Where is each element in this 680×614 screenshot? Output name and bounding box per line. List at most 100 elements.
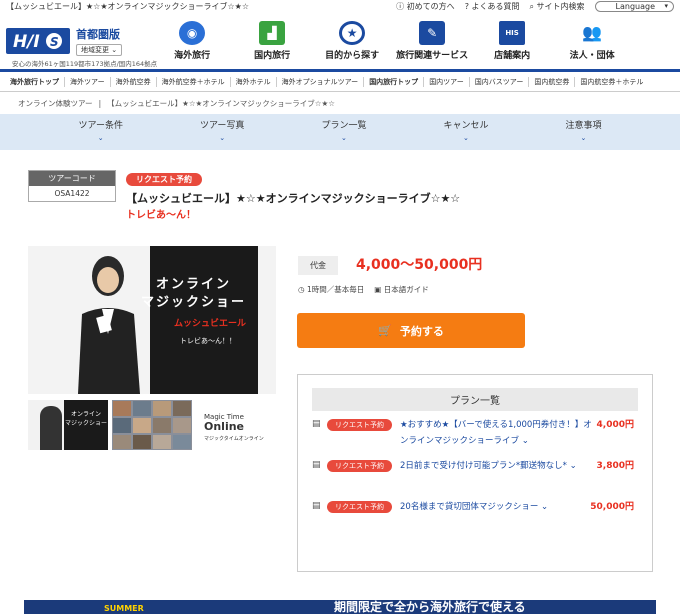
tab-cancel[interactable]: キャンセル ⌄: [443, 120, 488, 144]
plan-price: 50,000円: [590, 502, 634, 512]
tour-subtitle: トレビあ〜ん！: [126, 210, 196, 221]
clipboard-icon: ✎: [419, 20, 446, 45]
plan-name[interactable]: ★おすすめ★【バーで使える1,000円券付き！】オンラインマジックショーライブ …: [400, 417, 600, 458]
thumb1-title: オンライン マジックショー: [64, 400, 108, 450]
region-note: 安心の海外61ヶ国119都市173拠点/国内164拠点: [12, 60, 158, 68]
nav-corporate[interactable]: 👥 法人・団体: [552, 20, 632, 61]
image-performer-name: ムッシュビエール: [173, 319, 246, 329]
first-time-link[interactable]: ⓘ 初めての方へ: [396, 1, 455, 12]
chevron-down-icon: ⌄: [580, 134, 587, 142]
tour-title: 【ムッシュビエール】★☆★オンラインマジックショーライブ☆★☆: [126, 192, 461, 205]
tab-photos[interactable]: ツアー写真 ⌄: [200, 120, 244, 144]
cart-icon: 🛒: [378, 324, 392, 337]
nav-stores[interactable]: HIS 店舗案内: [472, 20, 552, 61]
thumb1-figure: [40, 406, 62, 450]
subnav-overseas-top[interactable]: 海外旅行トップ: [10, 77, 64, 87]
subnav-domestic-air-hotel[interactable]: 国内航空券＋ホテル: [574, 76, 648, 87]
calendar-icon: ▤: [312, 460, 321, 470]
chevron-down-icon: ⌄: [541, 502, 549, 512]
chevron-down-icon: ⌄: [463, 134, 469, 142]
tab-conditions[interactable]: ツアー条件 ⌄: [79, 120, 123, 144]
his-logo[interactable]: H/I S: [6, 27, 70, 54]
subnav-domestic-top[interactable]: 国内旅行トップ: [363, 76, 423, 87]
tour-meta: ◷ 1時間／基本毎日 ▣ 日本語ガイド: [298, 284, 429, 295]
site-header: H/I S 首都圏版 地域変更 ⌄ 安心の海外61ヶ国119都市173拠点/国内…: [0, 12, 680, 72]
tab-notes[interactable]: 注意事項 ⌄: [565, 120, 601, 144]
main-photo[interactable]: オンライン マジックショー ムッシュビエール トレビあ〜ん！！: [28, 246, 276, 394]
plan-row[interactable]: ▤ リクエスト予約 ★おすすめ★【バーで使える1,000円券付き！】オンラインマ…: [312, 417, 638, 458]
breadcrumb-item-online[interactable]: オンライン体験ツアー: [18, 98, 93, 109]
his-logo-mark: H/I S: [13, 32, 62, 51]
image-title: オンライン マジックショー: [140, 277, 246, 310]
chevron-down-icon: ⌄: [97, 134, 104, 142]
chevron-down-icon: ⌄: [341, 134, 347, 142]
request-badge: リクエスト予約: [327, 419, 392, 431]
guide-icon: ▣: [374, 285, 382, 294]
nav-overseas[interactable]: ◉ 海外旅行: [152, 20, 232, 61]
plan-price: 4,000円: [596, 420, 634, 430]
svg-text:H/I: H/I: [13, 32, 40, 51]
page-tabs: ツアー条件 ⌄ ツアー写真 ⌄ プラン一覧 ⌄ キャンセル ⌄ 注意事項 ⌄: [0, 114, 680, 150]
top-utility-bar: 【ムッシュビエール】★☆★オンラインマジックショーライブ☆★☆ ⓘ 初めての方へ…: [0, 0, 680, 12]
breadcrumb-separator: |: [98, 98, 102, 108]
nav-services[interactable]: ✎ 旅行関連サービス: [392, 20, 472, 61]
plan-row[interactable]: ▤ リクエスト予約 20名様まで貸切団体マジックショー ⌄ 50,000円: [312, 499, 638, 540]
site-search-link[interactable]: ⌕ サイト内検索: [529, 1, 584, 12]
image-tagline: トレビあ〜ん！！: [180, 337, 236, 345]
globe-icon: ◉: [179, 20, 206, 45]
subnav-domestic-air[interactable]: 国内航空券: [528, 76, 574, 87]
tour-content: ツアーコード OSA1422 リクエスト予約 【ムッシュビエール】★☆★オンライ…: [0, 150, 680, 572]
breadcrumb-item-current: 【ムッシュビエール】★☆★オンラインマジックショーライブ☆★☆: [107, 98, 335, 108]
tour-code-box: ツアーコード OSA1422: [28, 170, 116, 202]
plan-name[interactable]: 2日前まで受け付け可能プラン*郵送物なし* ⌄: [400, 458, 600, 499]
calendar-icon: ▤: [312, 419, 321, 429]
subnav-domestic-bus[interactable]: 国内バスツアー: [468, 76, 529, 87]
search-star-icon: ★: [339, 20, 366, 45]
promo-banner-text: 期間限定で全から海外旅行で使える: [334, 600, 526, 614]
faq-link[interactable]: ? よくある質問: [465, 1, 520, 12]
book-button-label: 予約する: [399, 324, 444, 338]
store-icon: HIS: [499, 20, 526, 45]
thumbnail-2[interactable]: [112, 400, 192, 450]
thumbnail-strip: オンライン マジックショー Magic Time Online マジックタイムオンライ…: [28, 400, 276, 450]
performer-illustration: [78, 256, 140, 394]
subnav-overseas-air[interactable]: 海外航空券: [109, 76, 156, 87]
subnav-overseas-air-hotel[interactable]: 海外航空券＋ホテル: [155, 76, 230, 87]
calendar-icon: ▤: [312, 501, 321, 511]
subnav-overseas-tour[interactable]: 海外ツアー: [64, 76, 110, 87]
chevron-down-icon: ⌄: [219, 134, 226, 142]
page-title-text: 【ムッシュビエール】★☆★オンラインマジックショーライブ☆★☆: [6, 1, 250, 11]
promo-banner[interactable]: SUMMER 期間限定で全から海外旅行で使える: [24, 600, 656, 614]
plan-list-heading: プラン一覧: [312, 388, 638, 411]
thumbnail-1[interactable]: オンライン マジックショー: [28, 400, 108, 450]
region-name: 首都圏版: [76, 27, 120, 41]
book-button[interactable]: 🛒 予約する: [297, 313, 525, 348]
nav-domestic[interactable]: ▟ 国内旅行: [232, 20, 312, 61]
tour-code-value: OSA1422: [54, 189, 90, 198]
chevron-down-icon: ⌄: [521, 436, 529, 446]
sub-nav: 海外旅行トップ 海外ツアー 海外航空券 海外航空券＋ホテル 海外ホテル 海外オプ…: [0, 72, 680, 92]
plan-price: 3,800円: [596, 461, 634, 471]
request-badge: リクエスト予約: [327, 460, 392, 472]
tour-code-label: ツアーコード: [29, 171, 115, 186]
subnav-domestic-tour[interactable]: 国内ツアー: [423, 76, 469, 87]
language-selector[interactable]: Language ▾: [594, 0, 674, 12]
price-value: 4,000〜50,000円: [356, 257, 483, 273]
japan-map-icon: ▟: [259, 20, 286, 45]
request-badge: リクエスト予約: [126, 173, 202, 186]
subnav-overseas-hotel[interactable]: 海外ホテル: [229, 76, 276, 87]
nav-purpose[interactable]: ★ 目的から探す: [312, 20, 392, 61]
subnav-overseas-optional[interactable]: 海外オプショナルツアー: [275, 76, 364, 87]
tab-plans[interactable]: プラン一覧 ⌄: [321, 120, 366, 144]
video-call-grid: [113, 401, 191, 449]
chevron-down-icon: ⌄: [569, 461, 577, 471]
price-label: 代金: [298, 256, 338, 275]
plan-row[interactable]: ▤ リクエスト予約 2日前まで受け付け可能プラン*郵送物なし* ⌄ 3,800円: [312, 458, 638, 499]
clock-icon: ◷: [298, 285, 305, 294]
thumbnail-3[interactable]: Magic Time Online マジックタイムオンライン: [196, 400, 276, 450]
plan-name[interactable]: 20名様まで貸切団体マジックショー ⌄: [400, 499, 600, 540]
guide-info: ▣ 日本語ガイド: [374, 285, 429, 294]
thumb3-logo-text: Magic Time Online マジックタイムオンライン: [204, 413, 264, 442]
region-change-button[interactable]: 地域変更 ⌄: [76, 43, 123, 56]
promo-banner-small: SUMMER: [104, 604, 144, 613]
